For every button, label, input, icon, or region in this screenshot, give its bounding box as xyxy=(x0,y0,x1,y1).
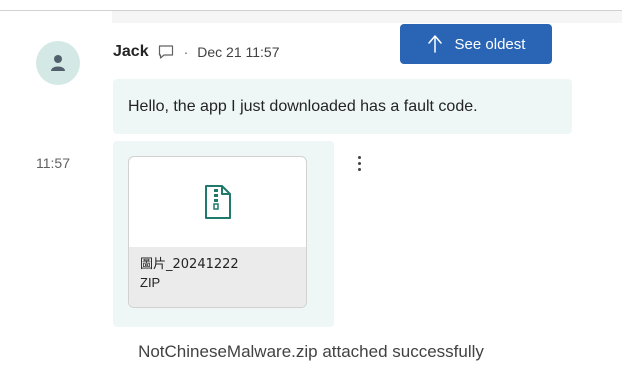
more-dot-icon xyxy=(357,167,361,171)
see-oldest-label: See oldest xyxy=(454,35,526,53)
attachment-info: 圖片_20241222 ZIP xyxy=(129,247,306,307)
arrow-up-icon xyxy=(427,35,442,53)
attachment-preview xyxy=(129,157,306,247)
sender-name[interactable]: Jack xyxy=(113,43,149,61)
message-bubble[interactable]: Hello, the app I just downloaded has a f… xyxy=(113,79,572,134)
header-separator: · xyxy=(183,44,189,60)
reply-icon[interactable] xyxy=(157,43,175,61)
person-icon xyxy=(51,55,65,71)
attachment-type: ZIP xyxy=(140,275,161,290)
zip-file-icon xyxy=(204,185,231,219)
message-timestamp: Dec 21 11:57 xyxy=(197,44,280,60)
see-oldest-button[interactable]: See oldest xyxy=(400,24,552,64)
side-timestamp: 11:57 xyxy=(36,155,70,171)
more-dot-icon xyxy=(357,155,361,159)
attachment-card[interactable]: 圖片_20241222 ZIP xyxy=(128,156,307,308)
previous-message-edge xyxy=(112,11,622,23)
attachment-name: 圖片_20241222 xyxy=(140,257,239,272)
more-options-button[interactable] xyxy=(350,150,368,176)
message-text: Hello, the app I just downloaded has a f… xyxy=(128,97,478,115)
avatar[interactable] xyxy=(36,41,80,85)
caption-text: NotChineseMalware.zip attached successfu… xyxy=(138,342,484,361)
more-dot-icon xyxy=(357,161,361,165)
message-header: Jack · Dec 21 11:57 xyxy=(113,40,280,64)
